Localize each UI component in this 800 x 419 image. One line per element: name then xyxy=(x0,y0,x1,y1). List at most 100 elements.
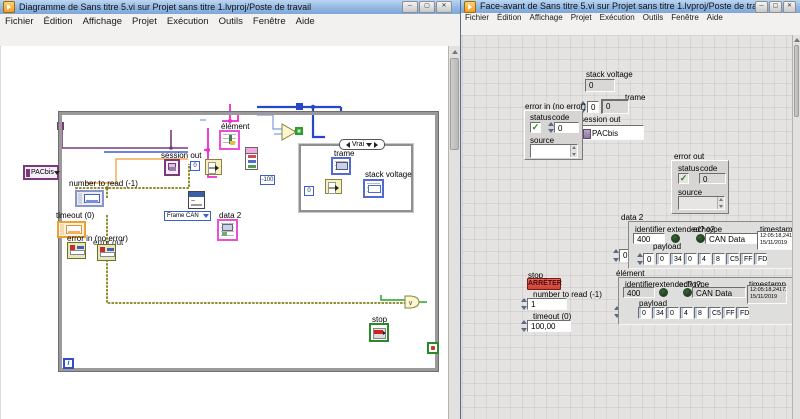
titlebar[interactable]: Diagramme de Sans titre 5.vi sur Projet … xyxy=(0,0,460,15)
element-payload-cell: 4 xyxy=(680,307,693,319)
number-to-read-value[interactable]: 1 xyxy=(527,298,567,310)
session-out-indicator: PACbis xyxy=(580,125,644,140)
data2-payload-index-value[interactable]: 0 xyxy=(643,253,654,265)
stop-button[interactable]: ARRÊTER xyxy=(527,278,561,290)
stop-boolean-terminal[interactable] xyxy=(369,323,389,342)
menu-edition[interactable]: Édition xyxy=(39,15,78,28)
trame-indicator-terminal[interactable] xyxy=(331,157,351,175)
window-title: Face-avant de Sans titre 5.vi sur Projet… xyxy=(480,2,771,11)
menu-fenetre[interactable]: Fenêtre xyxy=(667,13,703,22)
front-panel-window: Face-avant de Sans titre 5.vi sur Projet… xyxy=(460,0,800,419)
close-icon[interactable]: ✕ xyxy=(783,1,796,13)
session-out-terminal[interactable] xyxy=(164,159,180,176)
index-array-node-1[interactable] xyxy=(205,159,222,175)
close-icon[interactable]: ✕ xyxy=(436,1,452,13)
minimize-icon[interactable]: ─ xyxy=(755,1,768,13)
status-label: status xyxy=(530,114,551,122)
element-payload-cell: FD xyxy=(736,307,749,319)
menu-fenetre[interactable]: Fenêtre xyxy=(248,15,291,28)
status-label: status xyxy=(678,165,699,173)
data2-payload-cell[interactable]: 4 xyxy=(698,253,711,265)
menu-edition[interactable]: Édition xyxy=(493,13,525,22)
toolbar: ▶ ↻ ▣ ↓ ↷ ↑ Police de l'application 15pt… xyxy=(0,28,460,47)
block-diagram-window: Diagramme de Sans titre 5.vi sur Projet … xyxy=(0,0,460,419)
iteration-terminal[interactable]: i xyxy=(63,358,74,369)
menu-aide[interactable]: Aide xyxy=(703,13,727,22)
labview-vi-icon xyxy=(464,1,476,13)
case-selector-value: Vrai xyxy=(352,141,364,148)
element-payload-cell: 34 xyxy=(652,307,665,319)
frame-can-text: Frame CAN xyxy=(165,213,203,219)
trame-index-value[interactable]: 0 xyxy=(587,101,599,113)
stack-voltage-label: stack voltage xyxy=(586,71,633,79)
loop-condition-terminal[interactable] xyxy=(427,342,439,354)
element-payload-cell: C5 xyxy=(708,307,721,319)
bd-vertical-scrollbar[interactable] xyxy=(448,46,460,419)
error-in-code-value[interactable]: 0 xyxy=(554,122,579,133)
error-in-status-checkbox[interactable]: ✓ xyxy=(530,122,541,133)
error-in-terminal[interactable] xyxy=(67,242,86,259)
menu-affichage[interactable]: Affichage xyxy=(78,15,127,28)
pacbis-io-constant[interactable]: PACbis xyxy=(23,165,59,180)
number-to-read-terminal[interactable] xyxy=(75,190,104,207)
index-constant-0-a[interactable]: 0 xyxy=(190,161,200,171)
timeout-label: timeout (0) xyxy=(56,212,94,220)
data2-payload-cell[interactable]: C5 xyxy=(726,253,739,265)
element-payload-cell: 0 xyxy=(666,307,679,319)
index-constant-0-b[interactable]: 0 xyxy=(304,186,314,196)
maximize-icon[interactable]: ▢ xyxy=(769,1,782,13)
data2-payload-cell[interactable]: 0 xyxy=(656,253,669,265)
data2-control-terminal[interactable] xyxy=(217,219,238,241)
maximize-icon[interactable]: ▢ xyxy=(419,1,435,13)
session-out-label: session out xyxy=(580,116,620,124)
data2-payload-cell[interactable]: 8 xyxy=(712,253,725,265)
data2-type-value[interactable]: CAN Data xyxy=(705,233,759,244)
menu-aide[interactable]: Aide xyxy=(291,15,320,28)
error-out-status-indicator: ✓ xyxy=(678,173,689,184)
stack-voltage-indicator: 0 xyxy=(585,79,615,92)
code-label: code xyxy=(552,114,569,122)
xnet-read-node[interactable]: ~ xyxy=(188,191,205,209)
data2-echo-led[interactable] xyxy=(696,234,705,243)
error-out-code-value: 0 xyxy=(699,173,726,184)
menu-fichier[interactable]: Fichier xyxy=(461,13,493,22)
menu-projet[interactable]: Projet xyxy=(127,15,162,28)
pacbis-constant-text: PACbis xyxy=(31,169,54,176)
data2-payload-cell[interactable]: 0 xyxy=(684,253,697,265)
data2-payload-cell[interactable]: FF xyxy=(740,253,753,265)
menu-outils[interactable]: Outils xyxy=(639,13,667,22)
error-in-cluster: status code ✓ 0 source xyxy=(524,110,583,160)
element-indicator-terminal[interactable] xyxy=(219,130,240,150)
menu-outils[interactable]: Outils xyxy=(214,15,248,28)
element-timestamp-value: 12:05:18,241727115/11/2019 xyxy=(747,285,787,304)
payload-label: payload xyxy=(653,243,681,251)
frame-can-ring[interactable]: Frame CAN xyxy=(164,211,211,221)
menu-fichier[interactable]: Fichier xyxy=(0,15,39,28)
menu-affichage[interactable]: Affichage xyxy=(525,13,566,22)
data2-timestamp-value[interactable]: 12:05:18,241727115/11/2019 xyxy=(757,231,792,250)
unbundle-by-name-node[interactable] xyxy=(245,147,258,170)
element-echo-led xyxy=(683,288,692,297)
minus-100-constant[interactable]: -100 xyxy=(260,175,275,185)
error-out-terminal[interactable] xyxy=(97,244,116,261)
block-diagram-canvas[interactable]: ∨ Vrai PACbis number to read (-1) xyxy=(1,46,448,419)
menu-execution[interactable]: Exécution xyxy=(162,15,214,28)
trame-element-indicator: 0 xyxy=(601,99,629,114)
error-in-source-field[interactable] xyxy=(530,144,578,158)
titlebar[interactable]: Face-avant de Sans titre 5.vi sur Projet… xyxy=(461,0,800,14)
element-cluster: identifier 400 extended? echo? type CAN … xyxy=(618,277,792,325)
menu-projet[interactable]: Projet xyxy=(567,13,596,22)
timeout-value[interactable]: 100,00 xyxy=(527,320,571,332)
fp-vertical-scrollbar[interactable] xyxy=(792,35,800,419)
window-controls: ─ ▢ ✕ xyxy=(755,1,796,13)
element-payload-cell: FF xyxy=(722,307,735,319)
menu-execution[interactable]: Exécution xyxy=(596,13,639,22)
data2-payload-cell[interactable]: FD xyxy=(754,253,767,265)
number-to-read-label: number to read (-1) xyxy=(69,180,138,188)
front-panel-canvas[interactable]: stack voltage 0 trame 0 0 session out PA… xyxy=(462,35,792,419)
index-array-node-2[interactable] xyxy=(325,179,342,194)
minimize-icon[interactable]: ─ xyxy=(402,1,418,13)
data2-payload-cell[interactable]: 34 xyxy=(670,253,683,265)
stack-voltage-indicator-terminal[interactable] xyxy=(363,179,384,198)
labview-vi-icon xyxy=(3,1,15,13)
